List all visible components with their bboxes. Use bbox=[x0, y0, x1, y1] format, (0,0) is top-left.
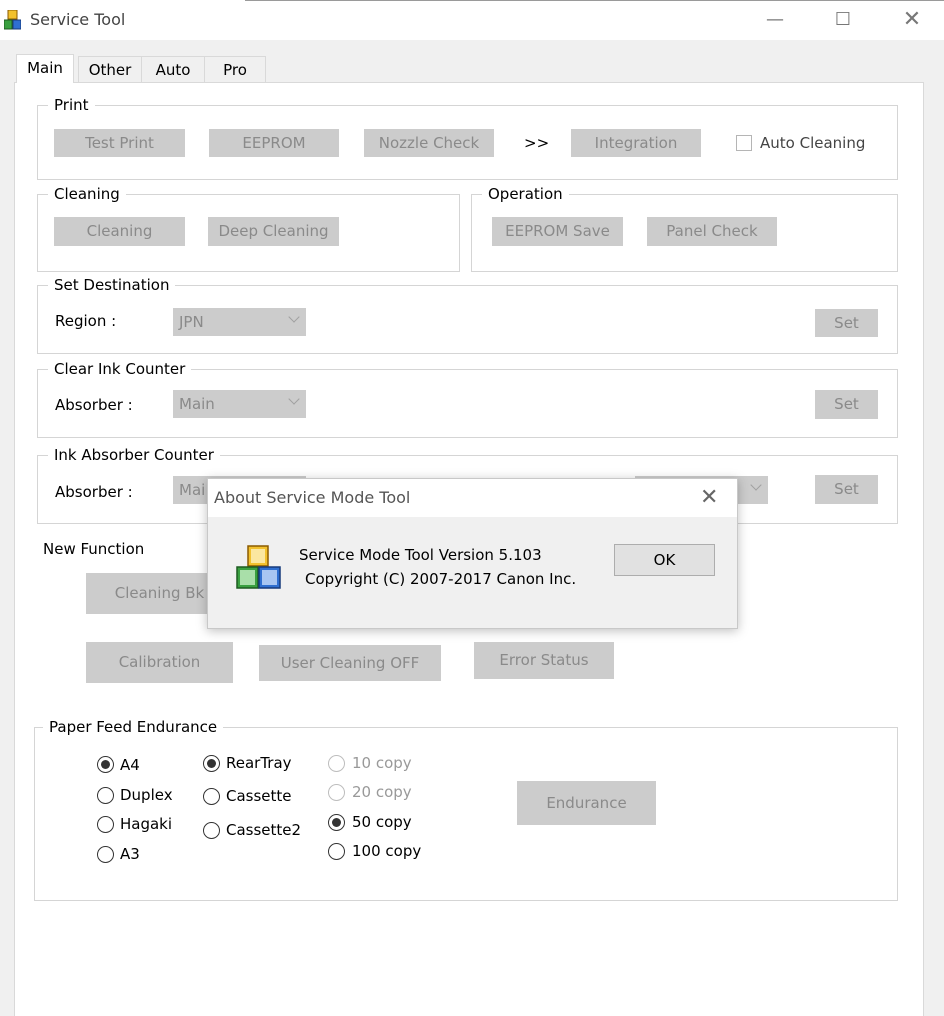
paper-feed-legend: Paper Feed Endurance bbox=[43, 717, 224, 737]
radio-a3-label: A3 bbox=[120, 845, 140, 863]
close-button[interactable]: ✕ bbox=[897, 8, 927, 32]
maximize-button[interactable]: ☐ bbox=[828, 8, 858, 32]
radio-duplex[interactable] bbox=[97, 787, 114, 804]
window-title: Service Tool bbox=[30, 10, 126, 29]
chevron-down-icon bbox=[288, 311, 300, 323]
clear-ink-set-button[interactable]: Set bbox=[815, 390, 878, 419]
radio-duplex-label: Duplex bbox=[120, 786, 173, 804]
set-destination-legend: Set Destination bbox=[48, 275, 176, 295]
cleaning-legend: Cleaning bbox=[48, 184, 126, 204]
radio-cassette2[interactable] bbox=[203, 822, 220, 839]
tab-main[interactable]: Main bbox=[16, 54, 74, 83]
absorber-label-2: Absorber : bbox=[55, 483, 133, 501]
radio-cassette[interactable] bbox=[203, 788, 220, 805]
about-dialog: About Service Mode Tool ✕ Service Mode T… bbox=[207, 478, 738, 629]
radio-50-copy-label: 50 copy bbox=[352, 813, 412, 831]
radio-10-copy[interactable] bbox=[328, 755, 345, 772]
radio-100-copy[interactable] bbox=[328, 843, 345, 860]
radio-a4[interactable] bbox=[97, 756, 114, 773]
set-destination-button[interactable]: Set bbox=[815, 309, 878, 337]
radio-hagaki[interactable] bbox=[97, 816, 114, 833]
test-print-button[interactable]: Test Print bbox=[54, 129, 185, 157]
about-dialog-body: Service Mode Tool Version 5.103 Copyrigh… bbox=[208, 517, 737, 628]
calibration-button[interactable]: Calibration bbox=[86, 642, 233, 683]
auto-cleaning-checkbox[interactable] bbox=[736, 135, 752, 151]
tab-auto[interactable]: Auto bbox=[141, 56, 205, 83]
radio-10-copy-label: 10 copy bbox=[352, 754, 412, 772]
radio-hagaki-label: Hagaki bbox=[120, 815, 173, 833]
window-border bbox=[245, 0, 944, 1]
close-icon[interactable]: ✕ bbox=[700, 485, 718, 510]
radio-20-copy[interactable] bbox=[328, 784, 345, 801]
clear-ink-counter-group: Clear Ink Counter bbox=[37, 359, 898, 438]
radio-50-copy[interactable] bbox=[328, 814, 345, 831]
radio-cassette-label: Cassette bbox=[226, 787, 292, 805]
chevron-down-icon bbox=[750, 479, 762, 491]
endurance-button[interactable]: Endurance bbox=[517, 781, 656, 825]
paper-feed-endurance-group: Paper Feed Endurance bbox=[34, 717, 898, 901]
radio-cassette2-label: Cassette2 bbox=[226, 821, 302, 839]
minimize-button[interactable]: — bbox=[760, 8, 790, 32]
title-bar: Service Tool — ☐ ✕ bbox=[0, 0, 944, 40]
clear-ink-counter-legend: Clear Ink Counter bbox=[48, 359, 192, 379]
cleaning-button[interactable]: Cleaning bbox=[54, 217, 185, 246]
radio-a4-label: A4 bbox=[120, 756, 140, 774]
tab-other[interactable]: Other bbox=[78, 56, 142, 83]
ok-button[interactable]: OK bbox=[614, 544, 715, 576]
tab-pro[interactable]: Pro bbox=[204, 56, 266, 83]
arrow-label: >> bbox=[524, 134, 550, 152]
absorber-value-2: Mai bbox=[179, 481, 206, 499]
operation-legend: Operation bbox=[482, 184, 569, 204]
absorber-value: Main bbox=[179, 395, 215, 413]
ink-absorber-set-button[interactable]: Set bbox=[815, 475, 878, 504]
integration-button[interactable]: Integration bbox=[571, 129, 701, 157]
eeprom-button[interactable]: EEPROM bbox=[209, 129, 339, 157]
ink-absorber-counter-legend: Ink Absorber Counter bbox=[48, 445, 220, 465]
radio-a3[interactable] bbox=[97, 846, 114, 863]
app-blocks-icon bbox=[4, 10, 21, 30]
region-select[interactable]: JPN bbox=[173, 308, 306, 336]
set-destination-group: Set Destination bbox=[37, 275, 898, 354]
radio-reartray[interactable] bbox=[203, 755, 220, 772]
region-value: JPN bbox=[179, 313, 204, 331]
chevron-down-icon bbox=[288, 393, 300, 405]
radio-20-copy-label: 20 copy bbox=[352, 783, 412, 801]
print-legend: Print bbox=[48, 95, 95, 115]
about-version-text: Service Mode Tool Version 5.103 bbox=[299, 546, 542, 564]
auto-cleaning-label: Auto Cleaning bbox=[760, 134, 866, 152]
panel-check-button[interactable]: Panel Check bbox=[647, 217, 777, 246]
about-dialog-titlebar: About Service Mode Tool ✕ bbox=[208, 479, 737, 517]
deep-cleaning-button[interactable]: Deep Cleaning bbox=[208, 217, 339, 246]
radio-100-copy-label: 100 copy bbox=[352, 842, 422, 860]
eeprom-save-button[interactable]: EEPROM Save bbox=[492, 217, 623, 246]
about-dialog-title: About Service Mode Tool bbox=[214, 488, 411, 507]
about-copyright-text: Copyright (C) 2007-2017 Canon Inc. bbox=[305, 570, 577, 588]
region-label: Region : bbox=[55, 312, 117, 330]
user-cleaning-off-button[interactable]: User Cleaning OFF bbox=[259, 645, 441, 681]
radio-reartray-label: RearTray bbox=[226, 754, 292, 772]
nozzle-check-button[interactable]: Nozzle Check bbox=[364, 129, 494, 157]
error-status-button[interactable]: Error Status bbox=[474, 642, 614, 679]
new-function-label: New Function bbox=[43, 540, 145, 558]
absorber-label: Absorber : bbox=[55, 396, 133, 414]
app-blocks-icon bbox=[236, 545, 281, 589]
absorber-select[interactable]: Main bbox=[173, 390, 306, 418]
